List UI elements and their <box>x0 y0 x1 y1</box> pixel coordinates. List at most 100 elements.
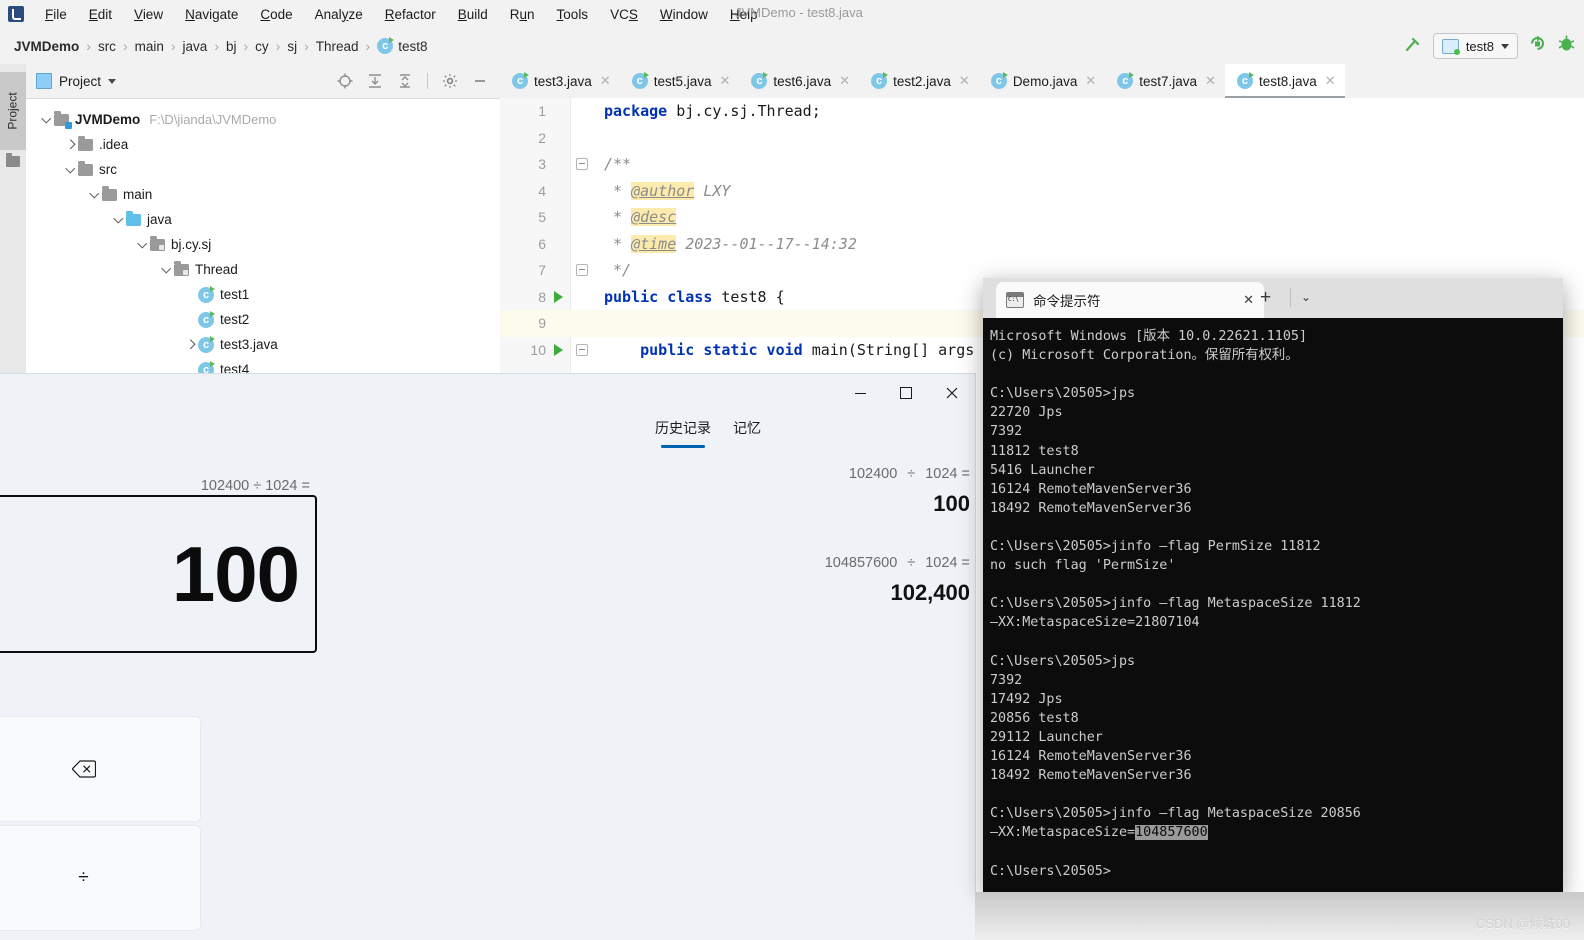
chevron-down-icon[interactable] <box>40 113 54 127</box>
chevron-down-icon[interactable]: ⌄ <box>1301 290 1311 304</box>
close-icon[interactable]: ✕ <box>1085 73 1096 89</box>
calculator-history-list[interactable]: 102400÷1024 =100 104857600÷1024 =102,400 <box>745 466 970 644</box>
project-panel-title-group[interactable]: Project <box>36 73 116 89</box>
breadcrumb-item-java[interactable]: java <box>183 39 208 54</box>
calculator-tab-memory[interactable]: 记忆 <box>733 418 761 448</box>
close-icon[interactable]: ✕ <box>839 73 850 89</box>
close-icon[interactable]: ✕ <box>600 73 611 89</box>
editor-tab-bar[interactable]: ctest3.java✕ctest5.java✕ctest6.java✕ctes… <box>500 64 1584 99</box>
gutter-fold-marker[interactable] <box>570 344 594 356</box>
close-icon[interactable]: ✕ <box>959 73 970 89</box>
gutter-fold-marker[interactable] <box>570 264 594 276</box>
terminal-tab[interactable]: 命令提示符 ✕ <box>996 282 1264 318</box>
menu-item-vcs[interactable]: VCS <box>599 4 649 25</box>
chevron-down-icon[interactable] <box>160 263 174 277</box>
breadcrumb[interactable]: JVMDemo›src›main›java›bj›cy›sj›Thread›ct… <box>0 38 428 54</box>
close-icon[interactable]: ✕ <box>720 73 731 89</box>
run-triangle-icon[interactable] <box>554 344 563 356</box>
editor-tab-test2-java[interactable]: ctest2.java✕ <box>859 64 979 98</box>
gutter-run-marker[interactable] <box>546 291 570 303</box>
terminal-output[interactable]: Microsoft Windows [版本 10.0.22621.1105] (… <box>983 318 1563 892</box>
menu-item-tools[interactable]: Tools <box>546 4 600 25</box>
tree-node-main[interactable]: main <box>26 182 500 207</box>
breadcrumb-item-main[interactable]: main <box>135 39 164 54</box>
chevron-right-icon[interactable] <box>64 138 78 152</box>
run-configuration-selector[interactable]: test8 <box>1433 33 1518 59</box>
menu-item-refactor[interactable]: Refactor <box>374 4 447 25</box>
expand-all-icon[interactable] <box>367 73 383 89</box>
tree-node--idea[interactable]: .idea <box>26 132 500 157</box>
run-button[interactable] <box>1528 34 1547 58</box>
history-operand-b: 1024 = <box>925 555 970 571</box>
calculator-panel-tabs[interactable]: 历史记录记忆 <box>655 418 761 448</box>
breadcrumb-item-sj[interactable]: sj <box>287 39 297 54</box>
close-icon[interactable]: ✕ <box>1325 73 1336 89</box>
maximize-button[interactable] <box>883 374 929 412</box>
tree-node-test3-java[interactable]: ctest3.java <box>26 332 500 357</box>
structure-folder-icon[interactable] <box>6 156 20 167</box>
run-triangle-icon[interactable] <box>554 291 563 303</box>
gutter-run-marker[interactable] <box>546 344 570 356</box>
close-icon[interactable]: ✕ <box>1205 73 1216 89</box>
chevron-down-icon[interactable] <box>136 238 150 252</box>
gutter-fold-marker[interactable] <box>570 158 594 170</box>
calc-key-divide[interactable]: ÷ <box>0 825 201 931</box>
fold-icon[interactable] <box>576 344 588 356</box>
breadcrumb-item-bj[interactable]: bj <box>226 39 237 54</box>
tree-node-test2[interactable]: ctest2 <box>26 307 500 332</box>
breadcrumb-item-thread[interactable]: Thread <box>316 39 359 54</box>
calc-key-backspace[interactable] <box>0 716 201 822</box>
chevron-down-icon <box>1501 44 1509 49</box>
editor-tab-test8-java[interactable]: ctest8.java✕ <box>1225 64 1345 98</box>
close-icon[interactable]: ✕ <box>1243 292 1254 308</box>
chevron-right-icon[interactable] <box>184 338 198 352</box>
menu-item-navigate[interactable]: Navigate <box>174 4 249 25</box>
breadcrumb-item-test8[interactable]: ctest8 <box>377 38 427 54</box>
menu-item-edit[interactable]: Edit <box>78 4 123 25</box>
breadcrumb-item-cy[interactable]: cy <box>255 39 269 54</box>
new-tab-button[interactable]: + <box>1260 287 1271 309</box>
menu-item-code[interactable]: Code <box>249 4 303 25</box>
menu-item-window[interactable]: Window <box>649 4 719 25</box>
breadcrumb-item-jvmdemo[interactable]: JVMDemo <box>14 39 79 54</box>
collapse-all-icon[interactable] <box>397 73 413 89</box>
history-entry[interactable]: 102400÷1024 =100 <box>745 466 970 517</box>
locate-target-icon[interactable] <box>337 73 353 89</box>
gear-icon[interactable] <box>442 73 458 89</box>
minimize-button[interactable] <box>837 374 883 412</box>
editor-tab-test7-java[interactable]: ctest7.java✕ <box>1105 64 1225 98</box>
tree-node-java[interactable]: java <box>26 207 500 232</box>
menu-item-run[interactable]: Run <box>499 4 546 25</box>
history-operand-a: 104857600 <box>825 555 898 571</box>
editor-tab-test6-java[interactable]: ctest6.java✕ <box>739 64 859 98</box>
menu-item-file[interactable]: File <box>34 4 78 25</box>
editor-tab-test3-java[interactable]: ctest3.java✕ <box>500 64 620 98</box>
menu-item-analyze[interactable]: Analyze <box>304 4 374 25</box>
breadcrumb-item-src[interactable]: src <box>98 39 116 54</box>
editor-tab-demo-java[interactable]: cDemo.java✕ <box>979 64 1105 98</box>
chevron-down-icon[interactable] <box>112 213 126 227</box>
fold-icon[interactable] <box>576 264 588 276</box>
editor-tab-test5-java[interactable]: ctest5.java✕ <box>620 64 740 98</box>
calculator-tab-history[interactable]: 历史记录 <box>655 418 711 448</box>
project-tree[interactable]: JVMDemoF:\D\jianda\JVMDemo.ideasrcmainja… <box>26 99 500 382</box>
hide-panel-icon[interactable] <box>472 73 488 89</box>
menu-item-build[interactable]: Build <box>447 4 499 25</box>
tree-node-label: test1 <box>220 287 249 302</box>
menu-item-view[interactable]: View <box>123 4 174 25</box>
build-hammer-icon[interactable] <box>1403 36 1423 56</box>
tree-node-test1[interactable]: ctest1 <box>26 282 500 307</box>
tree-node-src[interactable]: src <box>26 157 500 182</box>
fold-icon[interactable] <box>576 158 588 170</box>
tree-node-jvmdemo[interactable]: JVMDemoF:\D\jianda\JVMDemo <box>26 107 500 132</box>
tree-node-thread[interactable]: Thread <box>26 257 500 282</box>
history-entry[interactable]: 104857600÷1024 =102,400 <box>745 555 970 606</box>
menu-bar[interactable]: FileEditViewNavigateCodeAnalyzeRefactorB… <box>34 4 769 25</box>
debug-button[interactable] <box>1557 34 1576 58</box>
chevron-down-icon[interactable] <box>64 163 78 177</box>
source-folder-icon <box>126 214 141 226</box>
tree-node-bj-cy-sj[interactable]: bj.cy.sj <box>26 232 500 257</box>
tool-window-tab-project[interactable]: Project <box>0 72 26 150</box>
chevron-down-icon[interactable] <box>88 188 102 202</box>
close-button[interactable] <box>929 374 975 412</box>
